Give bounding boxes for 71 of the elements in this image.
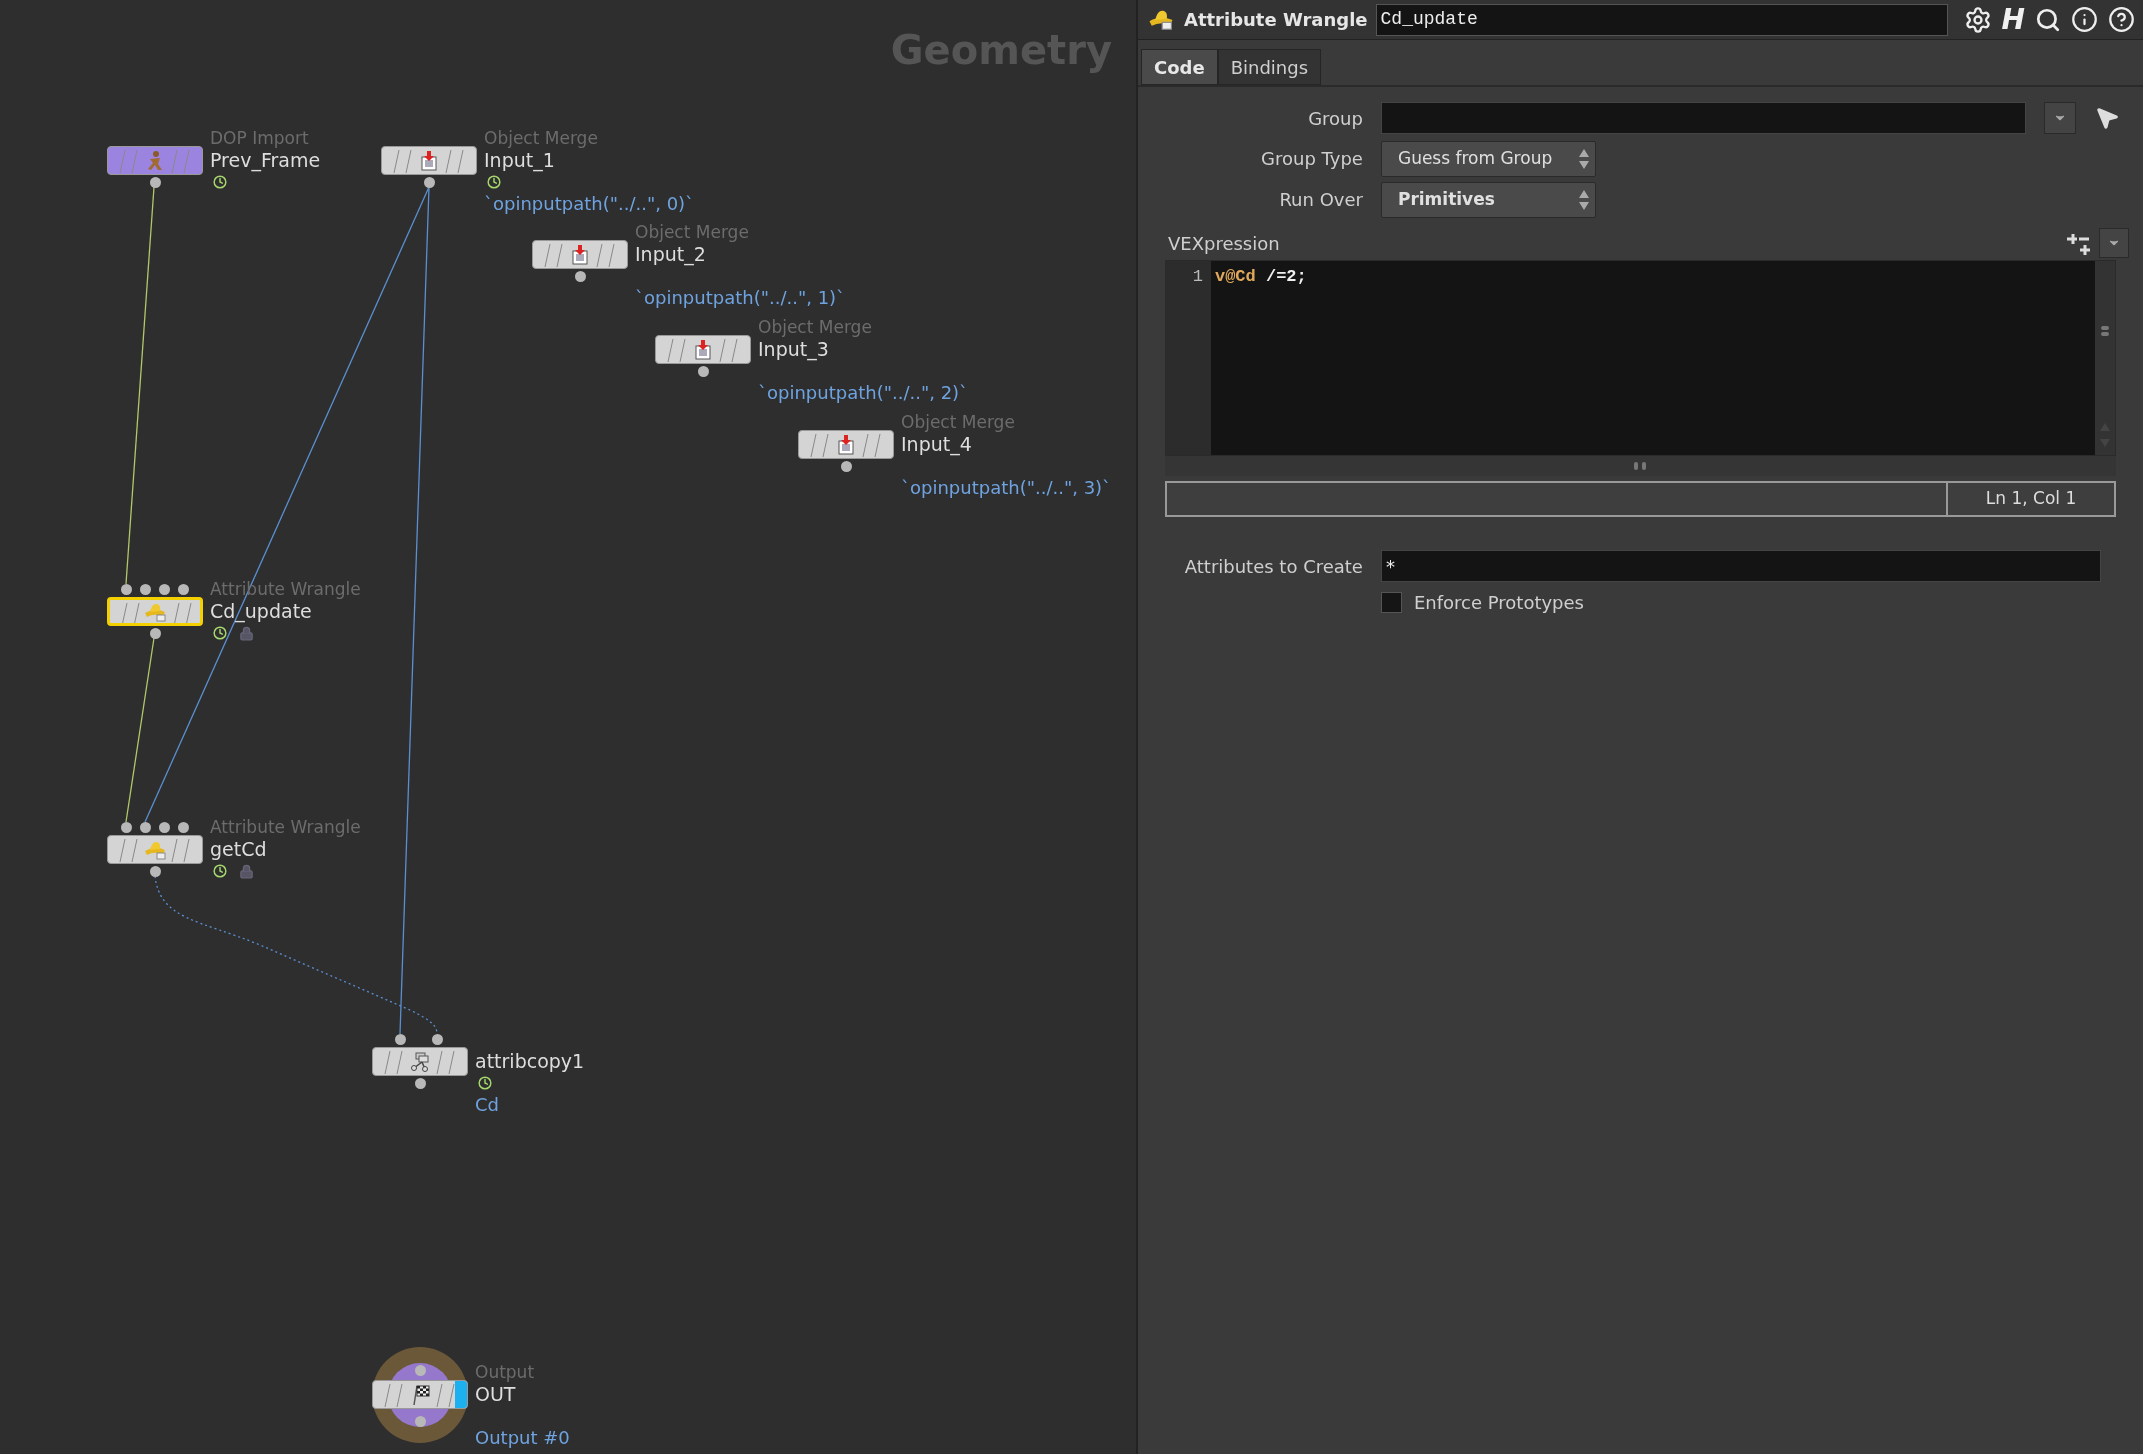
- line-number: 1: [1192, 266, 1203, 288]
- node-body[interactable]: [655, 335, 751, 364]
- field-label: VEXpression: [1167, 231, 1280, 256]
- node-expression: `opinputpath("../..", 1)`: [635, 287, 846, 309]
- merge-icon: [569, 243, 591, 266]
- node-name: Input_4: [901, 433, 972, 455]
- checkbox[interactable]: [1380, 591, 1402, 613]
- grip-icon[interactable]: [2101, 326, 2109, 336]
- clock-icon: [213, 175, 227, 189]
- dropdown-button[interactable]: [2099, 228, 2129, 258]
- checkbox-label: Enforce Prototypes: [1413, 590, 1584, 615]
- clock-icon: [478, 1076, 492, 1090]
- dropdown-menu[interactable]: Guess from Group: [1380, 140, 1596, 177]
- vertical-scrollbar[interactable]: [2095, 261, 2115, 455]
- attributes-field[interactable]: *: [1380, 550, 2101, 582]
- node-body[interactable]: [372, 1047, 468, 1076]
- node-body[interactable]: [381, 146, 477, 175]
- merge-icon: [418, 149, 440, 172]
- node-name: Input_3: [758, 338, 829, 360]
- node-name: Input_1: [484, 149, 555, 171]
- horizontal-scrollbar[interactable]: [1164, 456, 2116, 476]
- help-logo-button[interactable]: H: [2001, 5, 2025, 34]
- node-type-label: Object Merge: [484, 127, 598, 149]
- clock-icon: [213, 864, 227, 878]
- search-icon[interactable]: [2035, 6, 2061, 33]
- node-expression: `opinputpath("../..", 0)`: [484, 193, 695, 215]
- cursor-position: Ln 1, Col 1: [1946, 483, 2114, 515]
- clock-icon: [487, 175, 501, 189]
- clock-icon: [213, 626, 227, 640]
- node-type-label: Object Merge: [635, 221, 749, 243]
- node-type-label: Attribute Wrangle: [210, 816, 361, 838]
- field-label: Group: [1307, 106, 1363, 131]
- dropdown-menu[interactable]: Primitives: [1380, 181, 1596, 218]
- node-body[interactable]: [798, 430, 894, 459]
- field-label: Attributes to Create: [1183, 554, 1363, 579]
- node-body[interactable]: [372, 1380, 468, 1409]
- node-type-title: Attribute Wrangle: [1183, 8, 1368, 32]
- lock-icon: [239, 625, 254, 641]
- node-expression: Cd: [475, 1094, 499, 1116]
- node-type-label: Object Merge: [901, 411, 1015, 433]
- settings-icon[interactable]: [1963, 5, 1992, 34]
- help-icon[interactable]: [2108, 6, 2135, 33]
- node-body[interactable]: [107, 835, 203, 864]
- node-expression: `opinputpath("../..", 3)`: [901, 477, 1112, 499]
- field-label: Group Type: [1260, 147, 1363, 171]
- node-name-field[interactable]: Cd_update: [1375, 3, 1948, 36]
- node-name: Prev_Frame: [210, 149, 321, 171]
- grip-icon[interactable]: [1634, 462, 1647, 470]
- tab[interactable]: Bindings: [1217, 49, 1322, 85]
- field-label: Run Over: [1278, 188, 1363, 212]
- node-name: Input_2: [635, 243, 706, 265]
- nodes-icon: [408, 1050, 432, 1073]
- node-type-label: Output: [475, 1361, 535, 1383]
- node-name: getCd: [210, 838, 267, 860]
- node-body[interactable]: [107, 597, 203, 626]
- node-expression: `opinputpath("../..", 2)`: [758, 382, 969, 404]
- lock-icon: [239, 863, 254, 879]
- node-body[interactable]: [107, 146, 203, 175]
- info-icon[interactable]: [2071, 6, 2098, 33]
- node-name: OUT: [475, 1383, 516, 1405]
- tab[interactable]: Code: [1140, 49, 1218, 85]
- node-name: attribcopy1: [475, 1050, 585, 1072]
- merge-icon: [835, 433, 857, 456]
- code-line: v@Cd /=2;: [1214, 266, 1308, 288]
- merge-icon: [692, 338, 714, 361]
- group-field[interactable]: [1380, 102, 2026, 134]
- node-body[interactable]: [532, 240, 628, 269]
- node-type-label: DOP Import: [210, 127, 309, 149]
- node-expression: Output #0: [475, 1427, 570, 1449]
- node-type-label: Object Merge: [758, 316, 872, 338]
- code-editor[interactable]: 1 v@Cd /=2;: [1164, 260, 2116, 456]
